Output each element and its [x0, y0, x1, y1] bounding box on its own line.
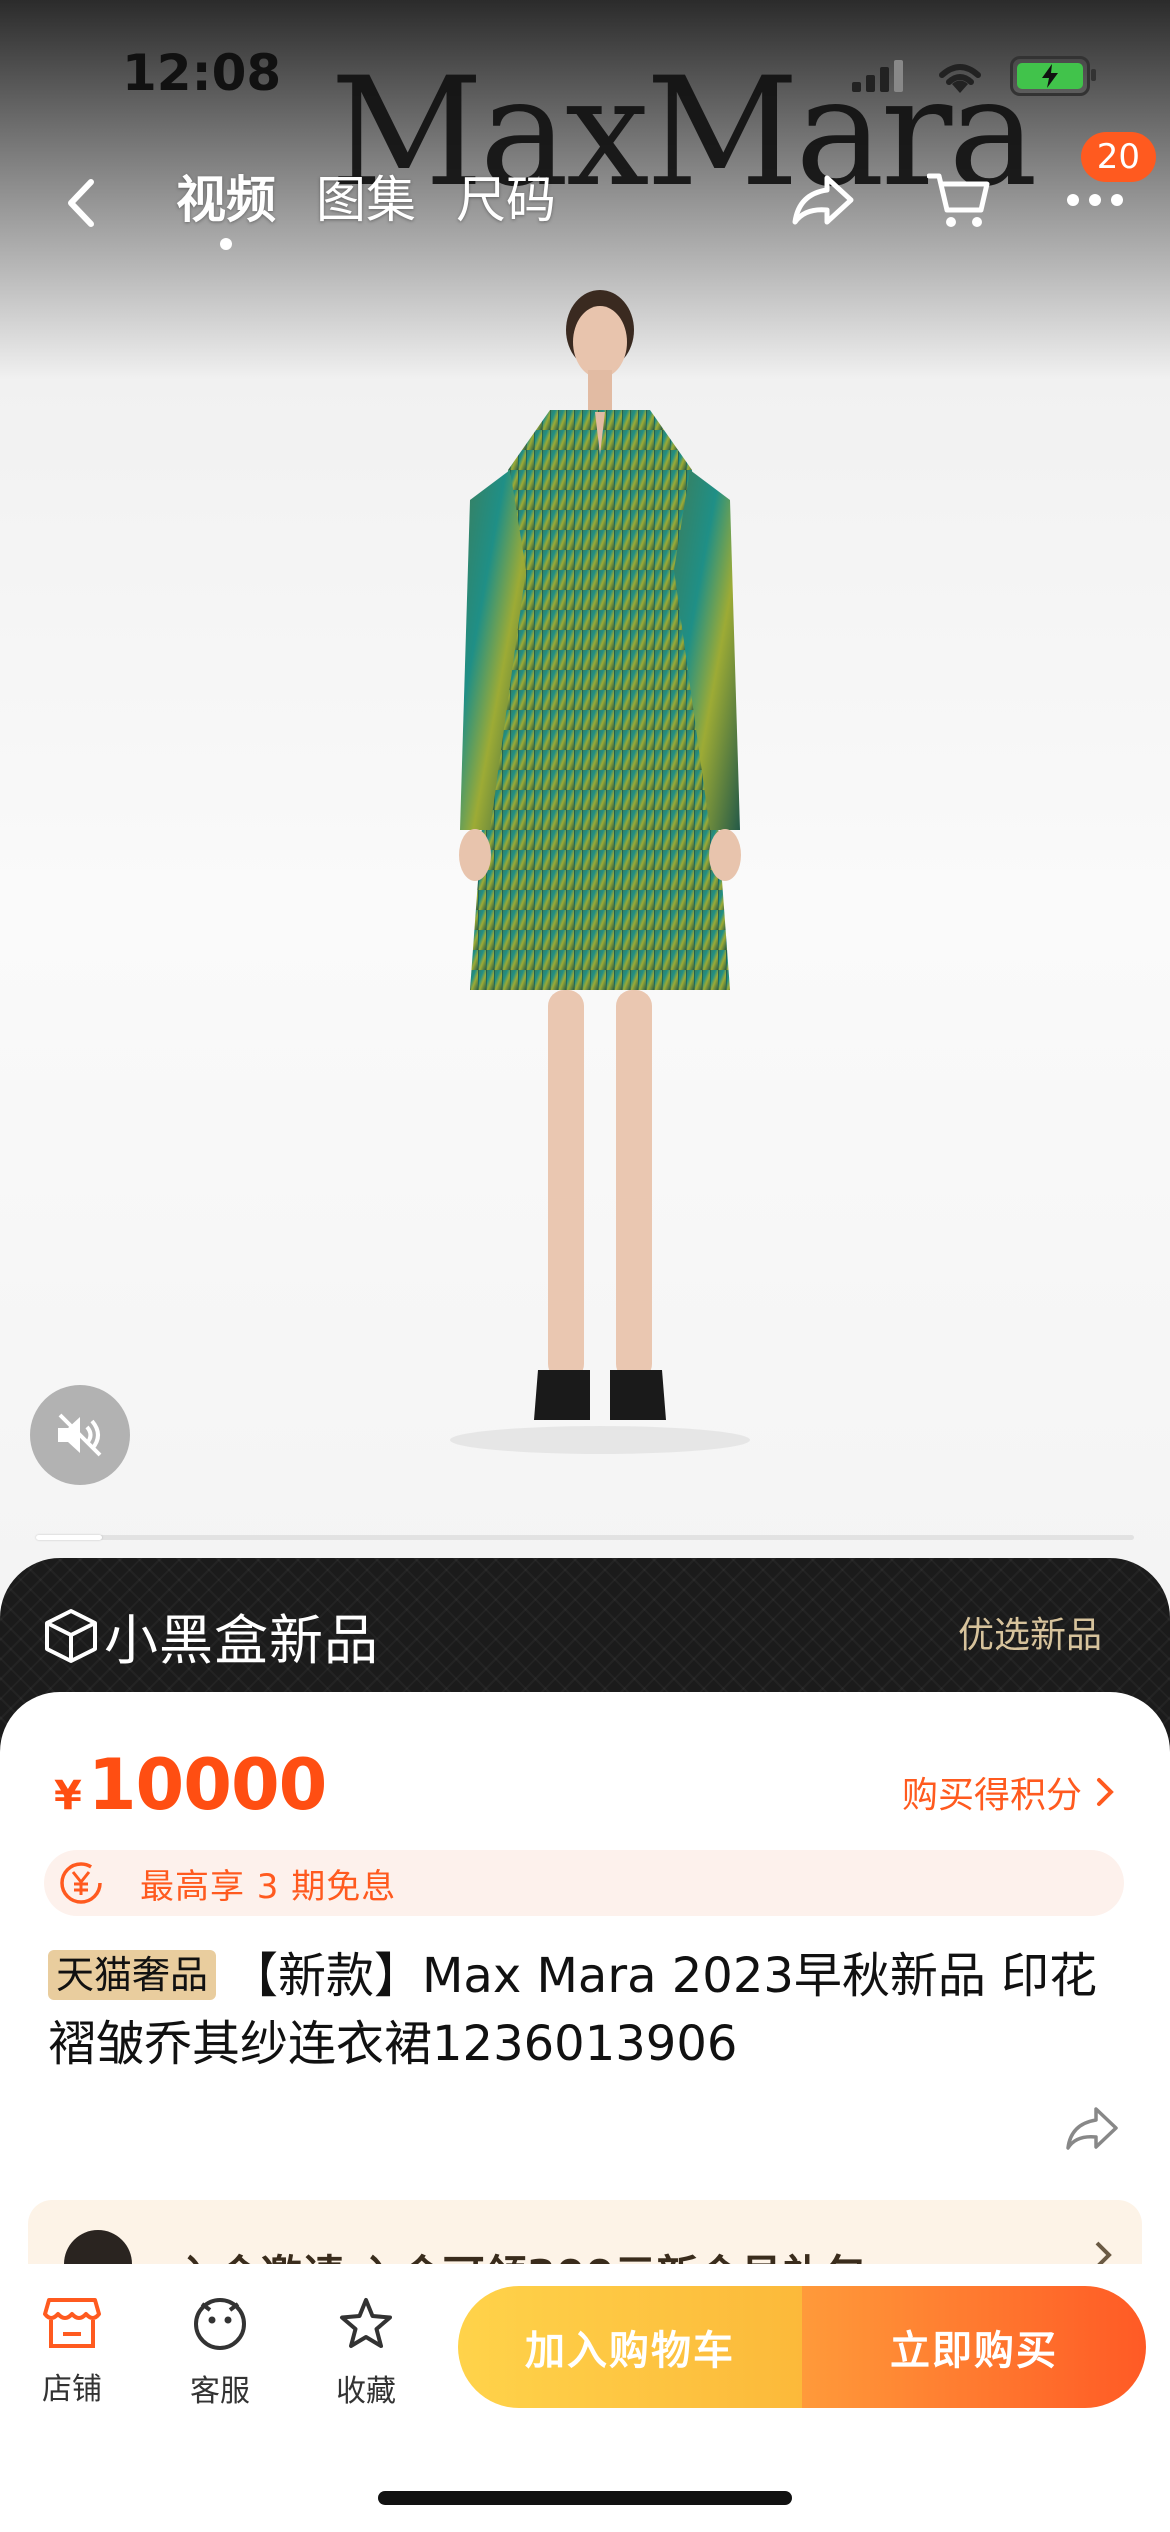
tab-size[interactable]: 尺码: [456, 160, 556, 240]
video-progress-fill: [36, 1535, 102, 1540]
video-progress[interactable]: [36, 1535, 1134, 1540]
back-icon: [68, 179, 94, 227]
installment-banner[interactable]: 最高享 3 期免息: [44, 1850, 1124, 1916]
promo-link[interactable]: 优选新品: [958, 1606, 1102, 1658]
home-indicator: [378, 2491, 792, 2505]
service-label: 客服: [190, 2374, 250, 2409]
service-icon: [194, 2298, 246, 2350]
promo-title: 小黑盒新品: [104, 1609, 379, 1672]
chevron-right-icon: [1097, 1778, 1114, 1806]
more-icon: [1067, 194, 1123, 206]
tab-gallery[interactable]: 图集: [316, 160, 416, 240]
store-button[interactable]: 店铺: [12, 2296, 132, 2408]
product-media[interactable]: MaxMara 12:08 视频 图集 尺码 20: [0, 0, 1170, 1600]
add-to-cart-button[interactable]: 加入购物车: [458, 2286, 802, 2408]
top-nav: 视频 图集 尺码 20: [0, 132, 1170, 260]
buy-now-button[interactable]: 立即购买: [802, 2286, 1146, 2408]
nav-actions: 20: [788, 132, 1156, 240]
price: ¥ 10000: [54, 1744, 328, 1826]
cart-count-badge: 20: [1080, 132, 1156, 182]
status-icons: [850, 56, 1096, 96]
more-button[interactable]: 20: [1060, 132, 1156, 240]
price-value: 10000: [87, 1744, 328, 1826]
back-button[interactable]: [50, 168, 110, 238]
star-icon: [340, 2298, 392, 2348]
points-link[interactable]: 购买得积分: [902, 1766, 1114, 1818]
price-currency: ¥: [54, 1773, 82, 1819]
media-tabs: 视频 图集 尺码: [176, 160, 556, 250]
battery-icon: [1010, 56, 1096, 96]
favorite-label: 收藏: [336, 2374, 396, 2409]
product-title: 天猫奢品 【新款】Max Mara 2023早秋新品 印花褶皱乔其纱连衣裙1236…: [48, 1942, 1114, 2078]
status-time: 12:08: [122, 44, 282, 102]
share-button[interactable]: [788, 160, 858, 240]
installment-label: 最高享 3 期免息: [140, 1866, 397, 1907]
tmall-luxury-tag: 天猫奢品: [48, 1950, 217, 2000]
customer-service-button[interactable]: 客服: [160, 2296, 280, 2410]
mute-icon: [58, 1413, 102, 1457]
cart-icon: [927, 173, 990, 227]
cart-button[interactable]: [924, 160, 994, 240]
share-icon: [792, 175, 854, 225]
wifi-icon: [939, 64, 981, 93]
favorite-button[interactable]: 收藏: [306, 2296, 426, 2410]
box-icon: [45, 1608, 97, 1663]
product-video-frame: [450, 290, 750, 1454]
promo-brand: 小黑盒新品: [44, 1596, 379, 1675]
yuan-icon: [60, 1862, 102, 1904]
status-bar: 12:08: [0, 0, 1170, 150]
store-icon: [43, 2298, 101, 2348]
points-label: 购买得积分: [901, 1775, 1082, 1816]
store-label: 店铺: [42, 2372, 102, 2407]
signal-icon: [852, 60, 903, 92]
mute-button[interactable]: [30, 1385, 130, 1485]
share-icon[interactable]: [1064, 2104, 1120, 2154]
tab-video[interactable]: 视频: [176, 160, 276, 250]
